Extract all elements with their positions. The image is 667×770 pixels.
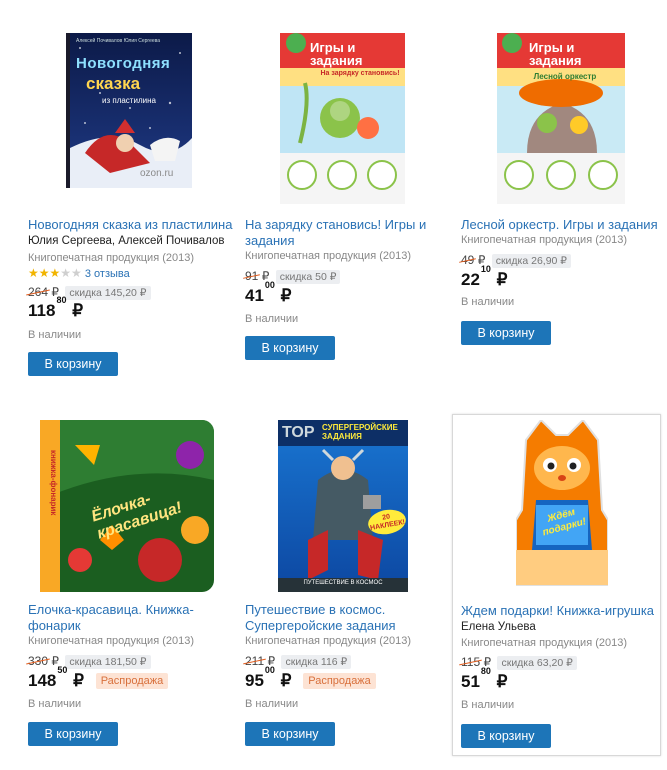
add-to-cart-button[interactable]: В корзину	[245, 722, 335, 746]
current-price: 2210 ₽	[461, 264, 508, 289]
product-card: ТОР СУПЕРГЕРОЙСКИЕ ЗАДАНИЯ 20 НАКЛЕЕК! П…	[245, 415, 453, 755]
cover-illustration	[516, 420, 608, 586]
product-category: Книгопечатная продукция (2013)	[28, 252, 195, 264]
product-card: Игры и задания Лесной оркестр Лесной орк…	[461, 30, 667, 350]
cover-side-label: книжка-фонарик	[49, 450, 58, 516]
availability-status: В наличии	[245, 313, 299, 325]
product-title[interactable]: Ждем подарки! Книжка-игрушка	[461, 603, 667, 619]
cover-title: СУПЕРГЕРОЙСКИЕ ЗАДАНИЯ	[322, 423, 398, 441]
discount-badge: скидка 181,50 ₽	[65, 655, 151, 669]
cover-illustration	[278, 420, 408, 592]
product-card-highlighted: Ждём подарки! Ждем подарки! Книжка-игруш…	[452, 414, 661, 756]
add-to-cart-button[interactable]: В корзину	[28, 352, 118, 376]
cover-subtitle: из пластилина	[102, 96, 156, 105]
product-category: Книгопечатная продукция (2013)	[461, 234, 628, 246]
add-to-cart-button[interactable]: В корзину	[28, 722, 118, 746]
add-to-cart-button[interactable]: В корзину	[461, 724, 551, 748]
current-price: 11880 ₽	[28, 295, 84, 320]
cover-title: сказка	[86, 74, 141, 93]
product-cover[interactable]: Новогодняя сказка из пластилина Алексей …	[66, 33, 192, 188]
old-price: 211 ₽ скидка 116 ₽	[245, 654, 352, 669]
discount-badge: скидка 145,20 ₽	[65, 286, 151, 300]
product-title[interactable]: Путешествие в космос. Супергеройские зад…	[245, 602, 453, 634]
product-card: Игры и задания На зарядку становись! На …	[245, 30, 453, 370]
old-price: 115 ₽ скидка 63,20 ₽	[461, 655, 577, 670]
old-price: 91 ₽ скидка 50 ₽	[245, 269, 341, 284]
availability-status: В наличии	[461, 699, 515, 711]
cover-authors: Алексей Почивалов Юлия Сергеева	[76, 38, 161, 44]
product-rating[interactable]: ★★★★★ 3 отзыва	[28, 266, 130, 280]
cover-hero: ТОР	[282, 424, 315, 441]
availability-status: В наличии	[461, 296, 515, 308]
current-price: 4100 ₽	[245, 280, 292, 305]
product-card: Новогодняя сказка из пластилина Алексей …	[28, 30, 236, 380]
product-cover[interactable]: Игры и задания На зарядку становись!	[280, 33, 405, 204]
cover-bottom-label: ПУТЕШЕСТВИЕ В КОСМОС	[303, 580, 383, 586]
cover-title: Игры и задания	[310, 40, 363, 68]
sale-badge: Распродажа	[95, 673, 169, 689]
discount-badge: скидка 63,20 ₽	[497, 656, 577, 670]
cover-subtitle: Лесной оркестр	[533, 72, 597, 81]
product-category: Книгопечатная продукция (2013)	[245, 250, 412, 262]
cover-title: Игры и задания	[529, 40, 582, 68]
product-category: Книгопечатная продукция (2013)	[461, 637, 628, 649]
discount-badge: скидка 50 ₽	[275, 270, 341, 284]
old-price: 49 ₽ скидка 26,90 ₽	[461, 253, 571, 268]
product-category: Книгопечатная продукция (2013)	[245, 635, 412, 647]
sale-badge: Распродажа	[303, 673, 376, 689]
availability-status: В наличии	[245, 698, 299, 710]
old-price: 264 ₽ скидка 145,20 ₽	[28, 285, 151, 300]
current-price: 9500 ₽ Распродажа	[245, 665, 376, 691]
product-title[interactable]: Елочка-красавица. Книжка-фонарик	[28, 602, 236, 634]
watermark-logo: ozon.ru	[140, 168, 174, 179]
product-card: Ёлочка-красавица! книжка-фонарик Елочка-…	[28, 415, 236, 755]
product-cover[interactable]: ТОР СУПЕРГЕРОЙСКИЕ ЗАДАНИЯ 20 НАКЛЕЕК! П…	[278, 420, 408, 592]
review-count[interactable]: 3 отзыва	[85, 268, 130, 280]
product-title[interactable]: Новогодняя сказка из пластилина	[28, 217, 236, 233]
availability-status: В наличии	[28, 329, 82, 341]
product-author[interactable]: Юлия Сергеева, Алексей Почивалов	[28, 235, 236, 247]
cover-subtitle: На зарядку становись!	[320, 70, 400, 77]
product-cover[interactable]: Игры и задания Лесной оркестр	[497, 33, 625, 204]
cover-title: Новогодняя	[76, 55, 171, 72]
product-category: Книгопечатная продукция (2013)	[28, 635, 195, 647]
product-cover[interactable]: Ждём подарки!	[516, 420, 608, 592]
add-to-cart-button[interactable]: В корзину	[245, 336, 335, 360]
current-price: 5180 ₽	[461, 666, 508, 691]
current-price: 14850 ₽ Распродажа	[28, 665, 169, 691]
add-to-cart-button[interactable]: В корзину	[461, 321, 551, 345]
discount-badge: скидка 26,90 ₽	[491, 254, 571, 268]
availability-status: В наличии	[28, 698, 82, 710]
product-title[interactable]: На зарядку становись! Игры и задания	[245, 217, 453, 249]
old-price: 330 ₽ скидка 181,50 ₽	[28, 654, 151, 669]
product-title[interactable]: Лесной оркестр. Игры и задания	[461, 217, 667, 233]
product-cover[interactable]: Ёлочка-красавица! книжка-фонарик	[40, 420, 214, 592]
product-author[interactable]: Елена Ульева	[461, 621, 667, 633]
rating-stars: ★★★★★	[28, 266, 82, 280]
discount-badge: скидка 116 ₽	[281, 655, 352, 669]
